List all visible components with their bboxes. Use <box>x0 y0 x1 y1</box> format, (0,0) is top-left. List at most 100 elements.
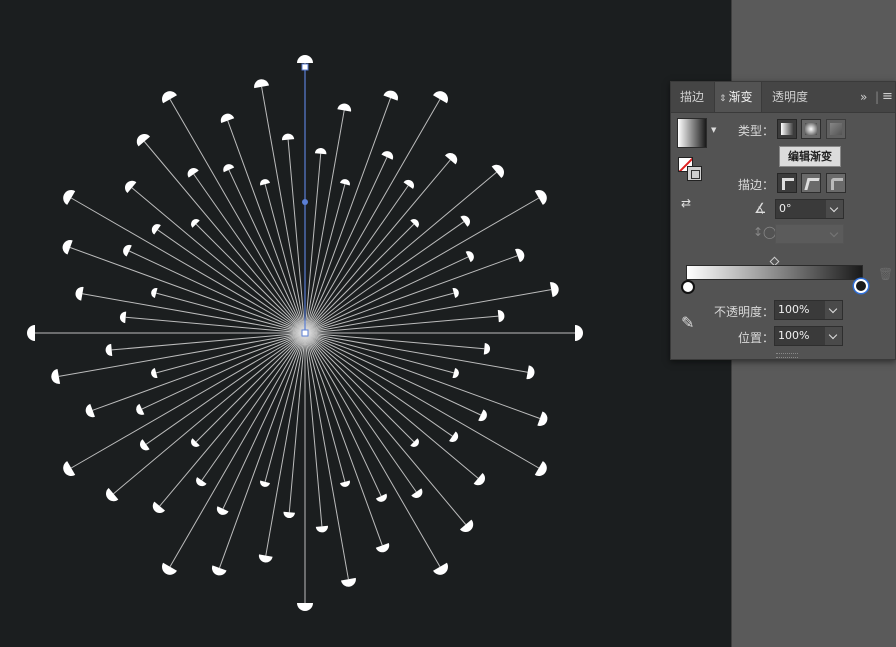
burst-cap <box>63 190 76 205</box>
burst-cap <box>123 244 132 257</box>
burst-cap <box>375 543 390 553</box>
burst-cap <box>220 113 235 123</box>
panel-collapse-icon[interactable]: » <box>860 82 867 112</box>
eyedropper-icon[interactable]: ✎ <box>681 313 694 332</box>
opacity-dropdown[interactable] <box>825 300 843 320</box>
burst-cap <box>459 519 474 532</box>
burst-cap <box>575 325 583 341</box>
burst-ray <box>125 316 306 334</box>
burst-cap <box>260 179 271 186</box>
burst-cap <box>216 506 229 515</box>
burst-cap <box>62 240 73 255</box>
burst-cap <box>106 487 119 502</box>
anchor-point[interactable] <box>301 63 309 71</box>
radial-gradient-button[interactable] <box>801 119 821 139</box>
stroke-along-button[interactable] <box>801 173 821 193</box>
panel-menu-icon[interactable]: ≡ <box>882 82 893 112</box>
burst-cap <box>187 168 199 178</box>
panel-resize-grip[interactable] <box>776 353 798 358</box>
swatch-dropdown-icon[interactable]: ▼ <box>711 126 716 134</box>
burst-cap <box>297 55 313 63</box>
burst-cap <box>526 365 535 380</box>
burst-cap <box>337 103 352 112</box>
delete-stop-icon[interactable]: 🗑 <box>878 267 893 281</box>
aspect-ratio-icon: ↕◯ <box>753 225 777 239</box>
burst-cap <box>105 343 113 356</box>
burst-cap <box>152 501 165 513</box>
gradient-slider[interactable] <box>686 265 863 280</box>
stroke-swatch[interactable] <box>687 166 702 181</box>
burst-cap <box>537 411 548 426</box>
burst-cap <box>483 343 491 355</box>
burst-cap <box>119 311 127 324</box>
reverse-gradient-icon[interactable]: ⇄ <box>681 196 691 210</box>
linear-gradient-button[interactable] <box>777 119 797 139</box>
burst-cap <box>452 367 459 378</box>
gradient-stop-start[interactable] <box>681 280 695 294</box>
burst-cap <box>151 224 161 235</box>
opacity-input[interactable]: 100% <box>774 300 826 320</box>
aspect-ratio-dropdown[interactable] <box>826 224 844 244</box>
burst-cap <box>497 310 505 323</box>
artboard-canvas[interactable] <box>0 0 731 647</box>
burst-cap <box>381 151 394 160</box>
burst-ray <box>304 332 323 527</box>
burst-cap <box>196 477 207 487</box>
burst-cap <box>341 577 356 587</box>
burst-ray <box>304 332 485 350</box>
burst-cap <box>534 190 547 205</box>
stroke-label: 描边： <box>738 178 775 192</box>
burst-cap <box>162 91 177 104</box>
burst-cap <box>162 562 177 575</box>
burst-ray <box>304 332 382 497</box>
panel-tab-bar: 描边 ⇕ 渐变 透明度 » | ≡ <box>671 82 895 113</box>
location-dropdown[interactable] <box>825 326 843 346</box>
burst-cap <box>258 554 273 563</box>
burst-cap <box>473 473 485 486</box>
aspect-ratio-input[interactable] <box>775 224 827 244</box>
burst-cap <box>314 147 327 155</box>
burst-cap <box>125 180 137 193</box>
angle-input[interactable]: 0° <box>775 199 827 219</box>
burst-cap <box>151 367 158 378</box>
burst-cap <box>411 488 423 498</box>
burst-cap <box>51 369 61 384</box>
angle-icon: ∡ <box>754 201 767 217</box>
tab-transparency[interactable]: 透明度 <box>772 82 808 112</box>
stroke-across-button[interactable] <box>826 173 846 193</box>
freeform-gradient-button[interactable] <box>826 119 846 139</box>
burst-cap <box>339 179 350 186</box>
burst-cap <box>254 79 269 89</box>
burst-cap <box>85 403 95 418</box>
location-input[interactable]: 100% <box>774 326 826 346</box>
tab-gradient[interactable]: ⇕ 渐变 <box>714 82 762 112</box>
burst-cap <box>282 133 295 141</box>
burst-cap <box>140 439 150 451</box>
burst-ray <box>304 184 346 334</box>
burst-ray <box>264 184 306 334</box>
burst-cap <box>136 403 145 415</box>
burst-cap <box>445 153 458 165</box>
burst-cap <box>339 480 350 487</box>
burst-ray <box>156 292 306 334</box>
burst-ray <box>304 153 322 334</box>
starburst-artwork[interactable] <box>0 0 731 647</box>
burst-cap <box>460 215 470 227</box>
burst-ray <box>304 256 469 334</box>
angle-dropdown[interactable] <box>826 199 844 219</box>
burst-cap <box>433 562 448 575</box>
anchor-point[interactable] <box>301 329 309 337</box>
tab-stroke[interactable]: 描边 <box>680 82 704 112</box>
stroke-within-button[interactable] <box>777 173 797 193</box>
gradient-swatch[interactable] <box>677 118 707 148</box>
burst-cap <box>452 288 459 299</box>
burst-cap <box>433 91 448 104</box>
burst-ray <box>304 332 454 374</box>
burst-ray <box>264 332 306 482</box>
tab-divider: | <box>875 90 880 104</box>
tab-gradient-label: 渐变 <box>728 90 753 104</box>
path-center-point <box>302 199 308 205</box>
burst-cap <box>491 164 504 179</box>
gradient-stop-end[interactable] <box>854 279 868 293</box>
burst-ray <box>304 332 346 482</box>
